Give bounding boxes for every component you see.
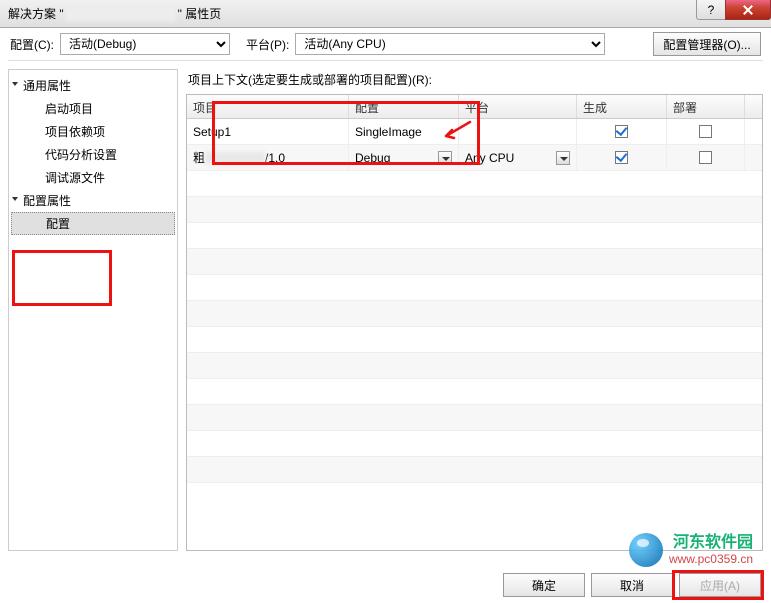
table-row[interactable]: 粗/1.0 Debug Any CPU — [187, 145, 762, 171]
col-deploy[interactable]: 部署 — [667, 95, 745, 118]
nav-tree: 通用属性 启动项目 项目依赖项 代码分析设置 调试源文件 配置属性 配置 — [8, 69, 178, 551]
config-manager-button[interactable]: 配置管理器(O)... — [653, 32, 761, 56]
tree-common-props[interactable]: 通用属性 — [11, 74, 175, 97]
close-button[interactable] — [725, 0, 771, 20]
title-redacted — [66, 7, 176, 21]
apply-button[interactable]: 应用(A) — [679, 573, 761, 597]
dropdown-icon[interactable] — [556, 151, 570, 165]
deploy-checkbox[interactable] — [699, 125, 712, 138]
cell-config[interactable]: Debug — [349, 145, 459, 170]
globe-icon — [629, 533, 663, 567]
deploy-checkbox[interactable] — [699, 151, 712, 164]
expand-icon — [12, 82, 18, 86]
expand-icon — [12, 197, 18, 201]
table-row[interactable]: Setup1 SingleImage — [187, 119, 762, 145]
config-grid: 项目 配置 平台 生成 部署 Setup1 SingleImage 粗/1.0 … — [186, 94, 763, 551]
dropdown-icon[interactable] — [438, 151, 452, 165]
col-build[interactable]: 生成 — [577, 95, 667, 118]
ok-button[interactable]: 确定 — [503, 573, 585, 597]
tree-analysis[interactable]: 代码分析设置 — [11, 143, 175, 166]
col-platform[interactable]: 平台 — [459, 95, 577, 118]
config-toolbar: 配置(C): 活动(Debug) 平台(P): 活动(Any CPU) 配置管理… — [0, 28, 771, 60]
build-checkbox[interactable] — [615, 125, 628, 138]
platform-select[interactable]: 活动(Any CPU) — [295, 33, 605, 55]
close-icon — [743, 5, 753, 15]
dialog-footer: 确定 取消 应用(A) — [503, 573, 761, 597]
cell-project: 粗/1.0 — [187, 145, 349, 170]
build-checkbox[interactable] — [615, 151, 628, 164]
cell-project: Setup1 — [187, 119, 349, 144]
context-label: 项目上下文(选定要生成或部署的项目配置)(R): — [188, 71, 763, 88]
config-label: 配置(C): — [10, 36, 54, 53]
watermark-url: www.pc0359.cn — [669, 552, 753, 566]
title-suffix: 属性页 — [185, 5, 221, 22]
config-select[interactable]: 活动(Debug) — [60, 33, 230, 55]
tree-deps[interactable]: 项目依赖项 — [11, 120, 175, 143]
tree-debug-src[interactable]: 调试源文件 — [11, 166, 175, 189]
watermark-name: 河东软件园 — [669, 533, 753, 552]
platform-label: 平台(P): — [246, 36, 289, 53]
help-button[interactable]: ? — [696, 0, 726, 20]
col-project[interactable]: 项目 — [187, 95, 349, 118]
tree-config[interactable]: 配置 — [11, 212, 175, 235]
redacted — [205, 152, 265, 164]
cancel-button[interactable]: 取消 — [591, 573, 673, 597]
watermark: 河东软件园 www.pc0359.cn — [629, 533, 753, 567]
tree-startup[interactable]: 启动项目 — [11, 97, 175, 120]
col-config[interactable]: 配置 — [349, 95, 459, 118]
tree-config-props[interactable]: 配置属性 — [11, 189, 175, 212]
title-bar: 解决方案 "" 属性页 ? — [0, 0, 771, 28]
annotation-arrow-icon — [440, 120, 472, 142]
cell-platform[interactable]: Any CPU — [459, 145, 577, 170]
cell-platform[interactable] — [459, 119, 577, 144]
title-prefix: 解决方案 — [8, 5, 56, 22]
